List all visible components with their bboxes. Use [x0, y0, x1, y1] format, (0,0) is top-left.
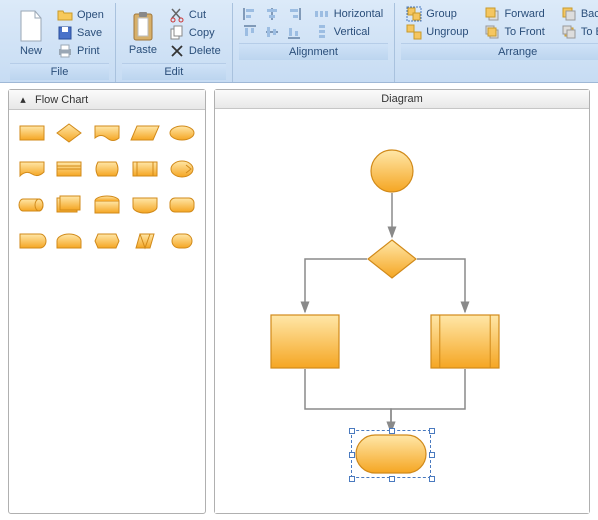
- send-to-back-button[interactable]: To Back: [556, 23, 598, 41]
- shapes-panel-title: Flow Chart: [35, 94, 88, 106]
- align-right-button[interactable]: [283, 5, 305, 23]
- copy-icon: [169, 25, 185, 41]
- group-label-edit: Edit: [122, 63, 226, 80]
- palette-shape-preparation[interactable]: [128, 226, 162, 256]
- palette-shape-multi-doc[interactable]: [53, 190, 87, 220]
- edge-dec-procL[interactable]: [305, 259, 367, 312]
- diagram-panel-title: Diagram: [381, 93, 423, 105]
- print-icon: [57, 43, 73, 59]
- palette-shape-terminator-flat[interactable]: [165, 118, 199, 148]
- new-label: New: [20, 45, 42, 57]
- shapes-panel-header: ▴ Flow Chart: [9, 90, 205, 110]
- resize-handle[interactable]: [349, 428, 355, 434]
- palette-shape-document[interactable]: [90, 118, 124, 148]
- align-top-button[interactable]: [239, 23, 261, 41]
- edge-procL-end[interactable]: [305, 369, 391, 432]
- bring-to-front-button[interactable]: To Front: [479, 23, 549, 41]
- palette-shape-display[interactable]: [15, 154, 49, 184]
- node-dec[interactable]: [367, 239, 417, 279]
- palette-shape-stored-data[interactable]: [90, 154, 124, 184]
- node-procL[interactable]: [270, 314, 340, 369]
- palette-shape-decision[interactable]: [53, 118, 87, 148]
- ungroup-button[interactable]: Ungroup: [401, 23, 473, 41]
- delete-button[interactable]: Delete: [164, 42, 226, 60]
- ribbon: New Open Save Print File: [0, 0, 598, 83]
- palette-shape-sequential[interactable]: [53, 226, 87, 256]
- palette-shape-connector[interactable]: [15, 226, 49, 256]
- group-button[interactable]: Group: [401, 5, 473, 23]
- bring-forward-icon: [484, 6, 500, 22]
- palette-shape-extract[interactable]: [165, 190, 199, 220]
- new-button[interactable]: New: [10, 5, 52, 61]
- new-file-icon: [17, 9, 45, 43]
- node-procR[interactable]: [430, 314, 500, 369]
- ribbon-group-file: New Open Save Print File: [4, 3, 116, 82]
- align-left-button[interactable]: [239, 5, 261, 23]
- cut-button[interactable]: Cut: [164, 6, 226, 24]
- align-middle-button[interactable]: [261, 23, 283, 41]
- palette-shape-card[interactable]: [53, 154, 87, 184]
- palette-shape-or[interactable]: [90, 226, 124, 256]
- save-icon: [57, 25, 73, 41]
- palette-shape-manual-op[interactable]: [90, 190, 124, 220]
- paste-button[interactable]: Paste: [122, 5, 164, 61]
- resize-handle[interactable]: [389, 476, 395, 482]
- resize-handle[interactable]: [429, 476, 435, 482]
- send-backward-icon: [561, 6, 577, 22]
- copy-button[interactable]: Copy: [164, 24, 226, 42]
- send-to-back-icon: [561, 24, 577, 40]
- group-icon: [406, 6, 422, 22]
- palette-shape-predefined[interactable]: [128, 154, 162, 184]
- group-label-alignment: Alignment: [239, 43, 389, 60]
- node-start[interactable]: [370, 149, 414, 193]
- folder-open-icon: [57, 7, 73, 23]
- delete-icon: [169, 43, 185, 59]
- diagram-canvas[interactable]: [215, 109, 589, 513]
- align-bottom-button[interactable]: [283, 23, 305, 41]
- workspace: ▴ Flow Chart Diagram: [0, 83, 598, 520]
- paste-label: Paste: [129, 44, 157, 56]
- palette-shape-process[interactable]: [15, 118, 49, 148]
- palette-shape-off-page[interactable]: [165, 154, 199, 184]
- selection-outline: [351, 430, 431, 478]
- resize-handle[interactable]: [349, 452, 355, 458]
- distribute-horizontal-icon: [314, 6, 330, 22]
- resize-handle[interactable]: [349, 476, 355, 482]
- shapes-panel: ▴ Flow Chart: [8, 89, 206, 514]
- edge-dec-procR[interactable]: [417, 259, 465, 312]
- cut-icon: [169, 7, 185, 23]
- resize-handle[interactable]: [429, 452, 435, 458]
- bring-to-front-icon: [484, 24, 500, 40]
- ungroup-icon: [406, 24, 422, 40]
- distribute-vertical-button[interactable]: Vertical: [309, 23, 389, 41]
- edge-procR-end[interactable]: [391, 369, 465, 432]
- collapse-toggle[interactable]: ▴: [17, 93, 29, 106]
- shapes-palette: [9, 110, 205, 513]
- paste-icon: [130, 10, 156, 42]
- send-backward-button[interactable]: Backward: [556, 5, 598, 23]
- diagram-panel: Diagram: [214, 89, 590, 514]
- ribbon-group-arrange: Group Ungroup Forward To Front: [395, 3, 598, 82]
- ribbon-group-alignment: Horizontal Vertical Alignment: [233, 3, 396, 82]
- diagram-panel-header: Diagram: [215, 90, 589, 109]
- bring-forward-button[interactable]: Forward: [479, 5, 549, 23]
- print-button[interactable]: Print: [52, 42, 109, 60]
- palette-shape-direct-data[interactable]: [15, 190, 49, 220]
- align-center-button[interactable]: [261, 5, 283, 23]
- palette-shape-merge[interactable]: [128, 190, 162, 220]
- distribute-horizontal-button[interactable]: Horizontal: [309, 5, 389, 23]
- group-label-file: File: [10, 63, 109, 80]
- save-button[interactable]: Save: [52, 24, 109, 42]
- group-label-arrange: Arrange: [401, 43, 598, 60]
- palette-shape-delay[interactable]: [165, 226, 199, 256]
- distribute-vertical-icon: [314, 24, 330, 40]
- resize-handle[interactable]: [429, 428, 435, 434]
- ribbon-group-edit: Paste Cut Copy Delete Edit: [116, 3, 233, 82]
- open-button[interactable]: Open: [52, 6, 109, 24]
- palette-shape-data[interactable]: [128, 118, 162, 148]
- resize-handle[interactable]: [389, 428, 395, 434]
